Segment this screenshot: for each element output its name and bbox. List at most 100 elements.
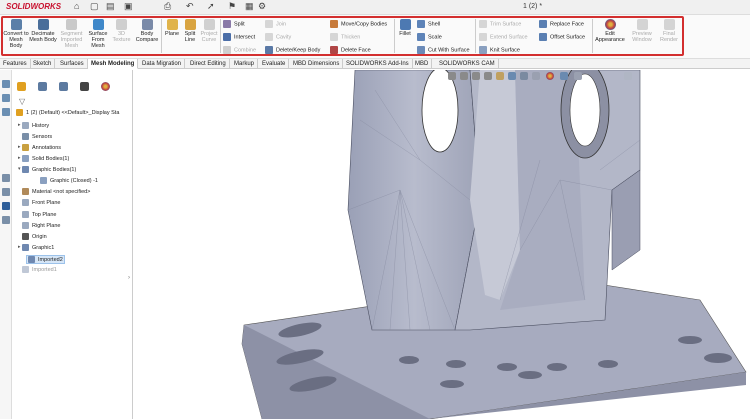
zoom-icon[interactable] xyxy=(2,94,10,102)
final-render-button[interactable]: Final Render xyxy=(657,19,681,43)
offset-surface-button[interactable]: Offset Surface xyxy=(539,33,585,41)
feature-tree-icon[interactable] xyxy=(17,82,26,91)
move-copy-bodies-button[interactable]: Move/Copy Bodies xyxy=(330,20,387,28)
scene-icon[interactable] xyxy=(560,72,568,80)
intersect-button[interactable]: Intersect xyxy=(223,33,255,41)
collapse-icon[interactable]: ▾ xyxy=(18,166,21,172)
delete-keep-body-button[interactable]: Delete/Keep Body xyxy=(265,46,320,54)
zoom-area-icon[interactable] xyxy=(460,72,468,80)
new-doc-icon[interactable]: ▢ xyxy=(90,1,99,12)
previous-view-icon[interactable] xyxy=(472,72,480,80)
tree-item-graphic-closed[interactable]: Graphic (Closed) -1 xyxy=(40,177,98,184)
tree-item-imported1[interactable]: Imported1 xyxy=(22,266,57,273)
knit-surface-button[interactable]: Knit Surface xyxy=(479,46,520,54)
zoom-fit-icon[interactable] xyxy=(448,72,456,80)
tab-direct-editing[interactable]: Direct Editing xyxy=(187,59,230,69)
tree-item-solid-bodies[interactable]: ▸ Solid Bodies(1) xyxy=(18,155,69,162)
cut-with-surface-button[interactable]: Cut With Surface xyxy=(417,46,470,54)
config-manager-icon[interactable] xyxy=(59,82,68,91)
dynamic-annotation-icon[interactable] xyxy=(496,72,504,80)
tab-solidworks-cam[interactable]: SOLIDWORKS CAM xyxy=(436,59,499,69)
panel-collapse-handle[interactable]: › xyxy=(128,275,133,289)
tree-root[interactable]: 1 (2) (Default) <<Default>_Display Sta xyxy=(16,109,119,116)
plane-button[interactable]: Plane xyxy=(163,19,181,37)
scale-button[interactable]: Scale xyxy=(417,33,442,41)
preview-window-button[interactable]: Preview Window xyxy=(627,19,657,43)
tree-item-imported2[interactable]: Imported2 xyxy=(26,255,65,264)
tab-evaluate[interactable]: Evaluate xyxy=(259,59,290,69)
tree-item-annotations[interactable]: ▸ Annotations xyxy=(18,144,61,151)
convert-to-mesh-body-button[interactable]: Convert to Mesh Body xyxy=(3,19,29,49)
tab-mesh-modeling[interactable]: Mesh Modeling xyxy=(88,59,139,69)
select-icon[interactable]: ➚ xyxy=(207,1,215,12)
tab-markup[interactable]: Markup xyxy=(231,59,259,69)
property-manager-icon[interactable] xyxy=(38,82,47,91)
split-line-button[interactable]: Split Line xyxy=(182,19,198,43)
extend-surface-button[interactable]: Extend Surface xyxy=(479,33,528,41)
project-curve-button[interactable]: Project Curve xyxy=(199,19,219,43)
tab-mbd[interactable]: MBD xyxy=(412,59,433,69)
tab-solidworks-addins[interactable]: SOLIDWORKS Add-Ins xyxy=(343,59,413,69)
body-compare-button[interactable]: Body Compare xyxy=(134,19,160,43)
filter-icon[interactable]: ▽ xyxy=(19,97,25,106)
edit-appearance-icon[interactable] xyxy=(546,72,554,80)
measure-icon[interactable] xyxy=(2,216,10,224)
join-button[interactable]: Join xyxy=(265,20,286,28)
tree-item-graphic1[interactable]: ▸ Graphic1 xyxy=(18,244,54,251)
display-manager-icon[interactable] xyxy=(101,82,110,91)
save-icon[interactable]: ▣ xyxy=(124,1,133,12)
mesh-model[interactable] xyxy=(134,70,750,419)
file-props-icon[interactable]: ▦ xyxy=(245,1,254,12)
tab-features[interactable]: Features xyxy=(0,59,31,69)
tab-mbd-dimensions[interactable]: MBD Dimensions xyxy=(290,59,344,69)
tree-item-graphic-bodies[interactable]: ▾ Graphic Bodies(1) xyxy=(18,166,76,173)
trim-surface-button[interactable]: Trim Surface xyxy=(479,20,521,28)
display-style-icon[interactable] xyxy=(520,72,528,80)
edit-appearance-button[interactable]: Edit Appearance xyxy=(595,19,625,43)
save-view-icon[interactable] xyxy=(2,202,10,210)
options-icon[interactable]: ⚙ xyxy=(258,1,266,12)
decimate-mesh-body-button[interactable]: Decimate Mesh Body xyxy=(29,19,57,43)
replace-face-button[interactable]: Replace Face xyxy=(539,20,584,28)
print-icon[interactable]: ⎙ xyxy=(164,1,171,12)
rotate-icon[interactable] xyxy=(2,108,10,116)
section-view-icon[interactable] xyxy=(484,72,492,80)
tree-item-top-plane[interactable]: Top Plane xyxy=(22,211,56,218)
delete-face-button[interactable]: Delete Face xyxy=(330,46,371,54)
open-icon[interactable]: ▤ xyxy=(106,1,115,12)
tab-data-migration[interactable]: Data Migration xyxy=(139,59,186,69)
view-orientation-icon[interactable] xyxy=(508,72,516,80)
solidworks-logo[interactable]: SOLIDWORKS xyxy=(6,2,61,11)
shell-button[interactable]: Shell xyxy=(417,20,440,28)
rebuild-icon[interactable]: ⚑ xyxy=(228,1,236,12)
tree-item-right-plane[interactable]: Right Plane xyxy=(22,222,60,229)
cavity-button[interactable]: Cavity xyxy=(265,33,291,41)
tree-item-sensors[interactable]: Sensors xyxy=(22,133,52,140)
segment-imported-mesh-button[interactable]: Segment Imported Mesh xyxy=(58,19,85,49)
monitor-icon[interactable] xyxy=(624,72,632,80)
display-icon[interactable] xyxy=(2,188,10,196)
expand-icon[interactable]: ▸ xyxy=(18,244,21,250)
dimxpert-icon[interactable] xyxy=(80,82,89,91)
tree-item-history[interactable]: ▸ History xyxy=(18,122,49,129)
expand-icon[interactable]: ▸ xyxy=(18,122,21,128)
view-settings-icon[interactable] xyxy=(574,72,582,80)
section-icon[interactable] xyxy=(2,174,10,182)
hide-show-icon[interactable] xyxy=(532,72,540,80)
home-icon[interactable]: ⌂ xyxy=(74,1,79,11)
tree-item-material[interactable]: Material <not specified> xyxy=(22,188,90,195)
tree-item-origin[interactable]: Origin xyxy=(22,233,47,240)
undo-icon[interactable]: ↶ xyxy=(186,1,194,12)
expand-icon[interactable]: ▸ xyxy=(18,144,21,150)
tab-surfaces[interactable]: Surfaces xyxy=(57,59,88,69)
tab-sketch[interactable]: Sketch xyxy=(30,59,56,69)
combine-button[interactable]: Combine xyxy=(223,46,256,54)
split-button[interactable]: Split xyxy=(223,20,245,28)
fillet-button[interactable]: Fillet xyxy=(397,19,413,37)
view-icon[interactable] xyxy=(2,80,10,88)
graphics-area[interactable] xyxy=(134,70,750,419)
surface-from-mesh-button[interactable]: Surface From Mesh xyxy=(86,19,110,49)
thicken-button[interactable]: Thicken xyxy=(330,33,360,41)
expand-icon[interactable]: ▸ xyxy=(18,155,21,161)
3d-texture-button[interactable]: 3D Texture xyxy=(111,19,132,43)
